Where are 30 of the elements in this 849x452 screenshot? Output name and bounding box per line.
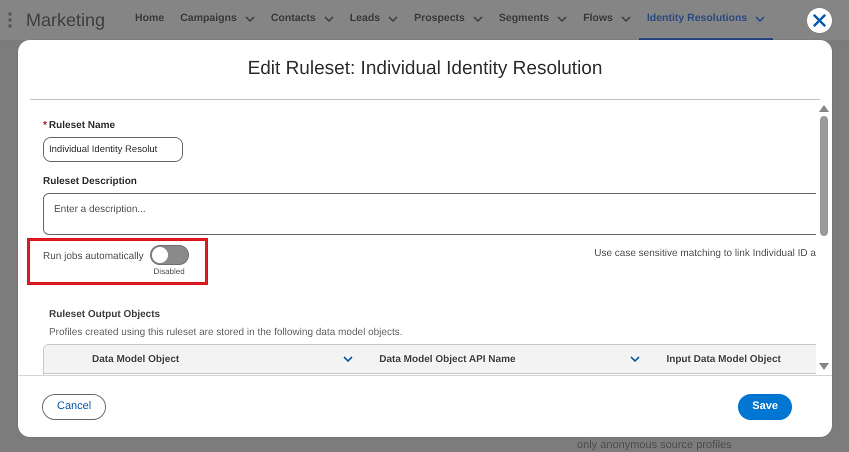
- save-button[interactable]: Save: [738, 394, 792, 420]
- name-field[interactable]: Individual Identity Resolut: [43, 137, 183, 162]
- scroll-down-icon[interactable]: [819, 363, 829, 370]
- nav-tab[interactable]: Home: [127, 0, 172, 40]
- cancel-button[interactable]: Cancel: [42, 394, 106, 420]
- scrollbar-thumb[interactable]: [820, 116, 828, 236]
- field-label: Ruleset Name: [48, 119, 116, 133]
- nav-tab[interactable]: Prospects: [406, 0, 491, 40]
- app-title: Marketing: [26, 8, 106, 32]
- nav-tab[interactable]: Campaigns: [172, 0, 263, 40]
- required-asterisk: *: [43, 119, 47, 133]
- option-text: Use case sensitive matching to link Individual ID a: [594, 247, 816, 261]
- nav-tab[interactable]: Flows: [575, 0, 639, 40]
- column-header[interactable]: Data Model Object: [44, 352, 364, 366]
- column-header[interactable]: Data Model Object API Name: [363, 352, 650, 366]
- section-description: Profiles created using this ruleset are stored in the following data model objects.: [49, 326, 404, 340]
- toggle-label: Run jobs automatically: [43, 250, 144, 264]
- scroll-up-icon[interactable]: [819, 105, 829, 112]
- nav-tab[interactable]: Contacts: [262, 0, 342, 40]
- toggle-state: Disabled: [154, 266, 185, 278]
- toggle-switch[interactable]: [150, 245, 189, 265]
- nav-tab[interactable]: Segments: [490, 0, 576, 40]
- nav-tab[interactable]: Leads: [342, 0, 406, 40]
- description-field[interactable]: Enter a description...: [43, 193, 816, 235]
- modal-title: Edit Ruleset: Individual Identity Resolution: [248, 57, 602, 82]
- close-icon: [813, 14, 826, 27]
- field-label: Ruleset Description: [43, 175, 138, 189]
- app-launcher-icon[interactable]: [8, 12, 12, 28]
- section-title: Ruleset Output Objects: [49, 308, 162, 322]
- column-header[interactable]: Input Data Model Object: [650, 352, 816, 366]
